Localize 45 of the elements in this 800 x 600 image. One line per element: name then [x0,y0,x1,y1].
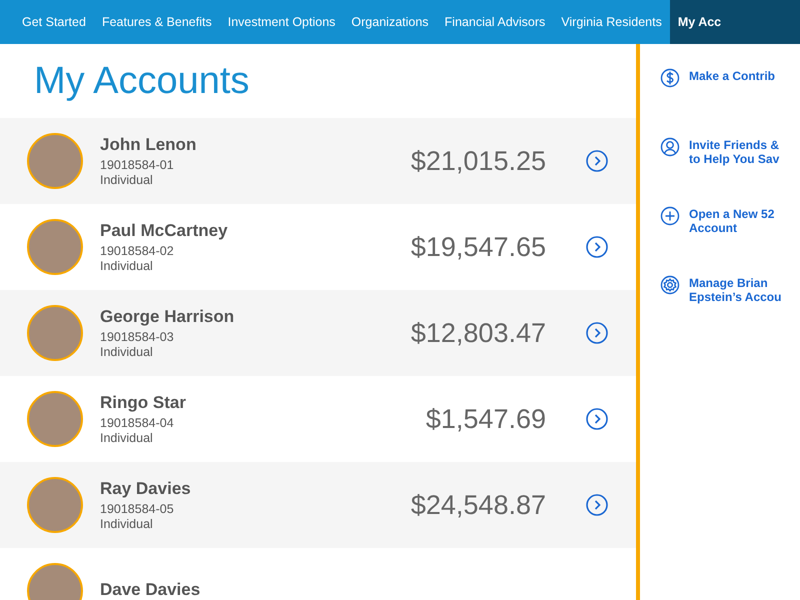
action-link[interactable]: Open a New 52 Account [689,207,774,235]
chevron-right-icon[interactable] [586,494,608,516]
account-number: 19018584-03 [100,330,175,344]
person-icon [660,137,680,157]
account-name: Dave Davies [100,580,202,600]
account-type: Individual [100,430,154,446]
account-name: Paul McCartney [100,220,229,240]
nav-tab[interactable]: Get Started [14,0,94,44]
chevron-right-icon[interactable] [586,322,608,344]
account-type: Individual [100,344,154,360]
account-type: Individual [100,258,154,274]
account-number: 19018584-01 [100,158,175,172]
account-name: Ringo Star [100,392,187,412]
account-balance: $1,547.69 [426,404,546,434]
account-name: George Harrison [100,306,236,326]
plus-icon [660,206,680,226]
nav-tab[interactable]: Financial Advisors [436,0,554,44]
chevron-right-icon[interactable] [586,150,608,172]
account-balance: $12,803.47 [410,318,546,348]
account-balance: $19,547.65 [410,232,546,262]
action-link[interactable]: Make a Contrib [689,69,776,83]
account-number: 19018584-05 [100,502,175,516]
nav-tab[interactable]: Investment Options [220,0,344,44]
nav-tab[interactable]: Features & Benefits [94,0,220,44]
account-row[interactable]: George Harrison 19018584-03 Individual $12,803.47 [0,290,636,376]
account-balance: $21,015.25 [410,146,546,176]
account-number: 19018584-02 [100,244,175,258]
account-type: Individual [100,172,154,188]
account-row[interactable]: John Lenon 19018584-01 Individual $21,015.25 [0,118,636,204]
action-link[interactable]: Invite Friends & to Help You Sav [689,138,780,166]
dollar-icon [660,68,680,88]
account-name: John Lenon [100,134,198,154]
account-balance: $24,548.87 [410,490,546,520]
chevron-right-icon[interactable] [586,408,608,430]
action-link[interactable]: Manage Brian Epstein’s Accou [689,276,782,304]
page-title: My Accounts [33,58,250,104]
account-number: 19018584-04 [100,416,175,430]
account-type: Individual [100,516,154,532]
chevron-right-icon[interactable] [586,236,608,258]
nav-tab[interactable]: Organizations [343,0,437,44]
account-row[interactable]: Ray Davies 19018584-05 Individual $24,548.87 [0,462,636,548]
settings-icon [660,275,680,295]
nav-tab[interactable]: Virginia Residents [553,0,670,44]
account-name: Ray Davies [100,478,192,498]
nav-tab[interactable]: My Acc [670,0,800,44]
